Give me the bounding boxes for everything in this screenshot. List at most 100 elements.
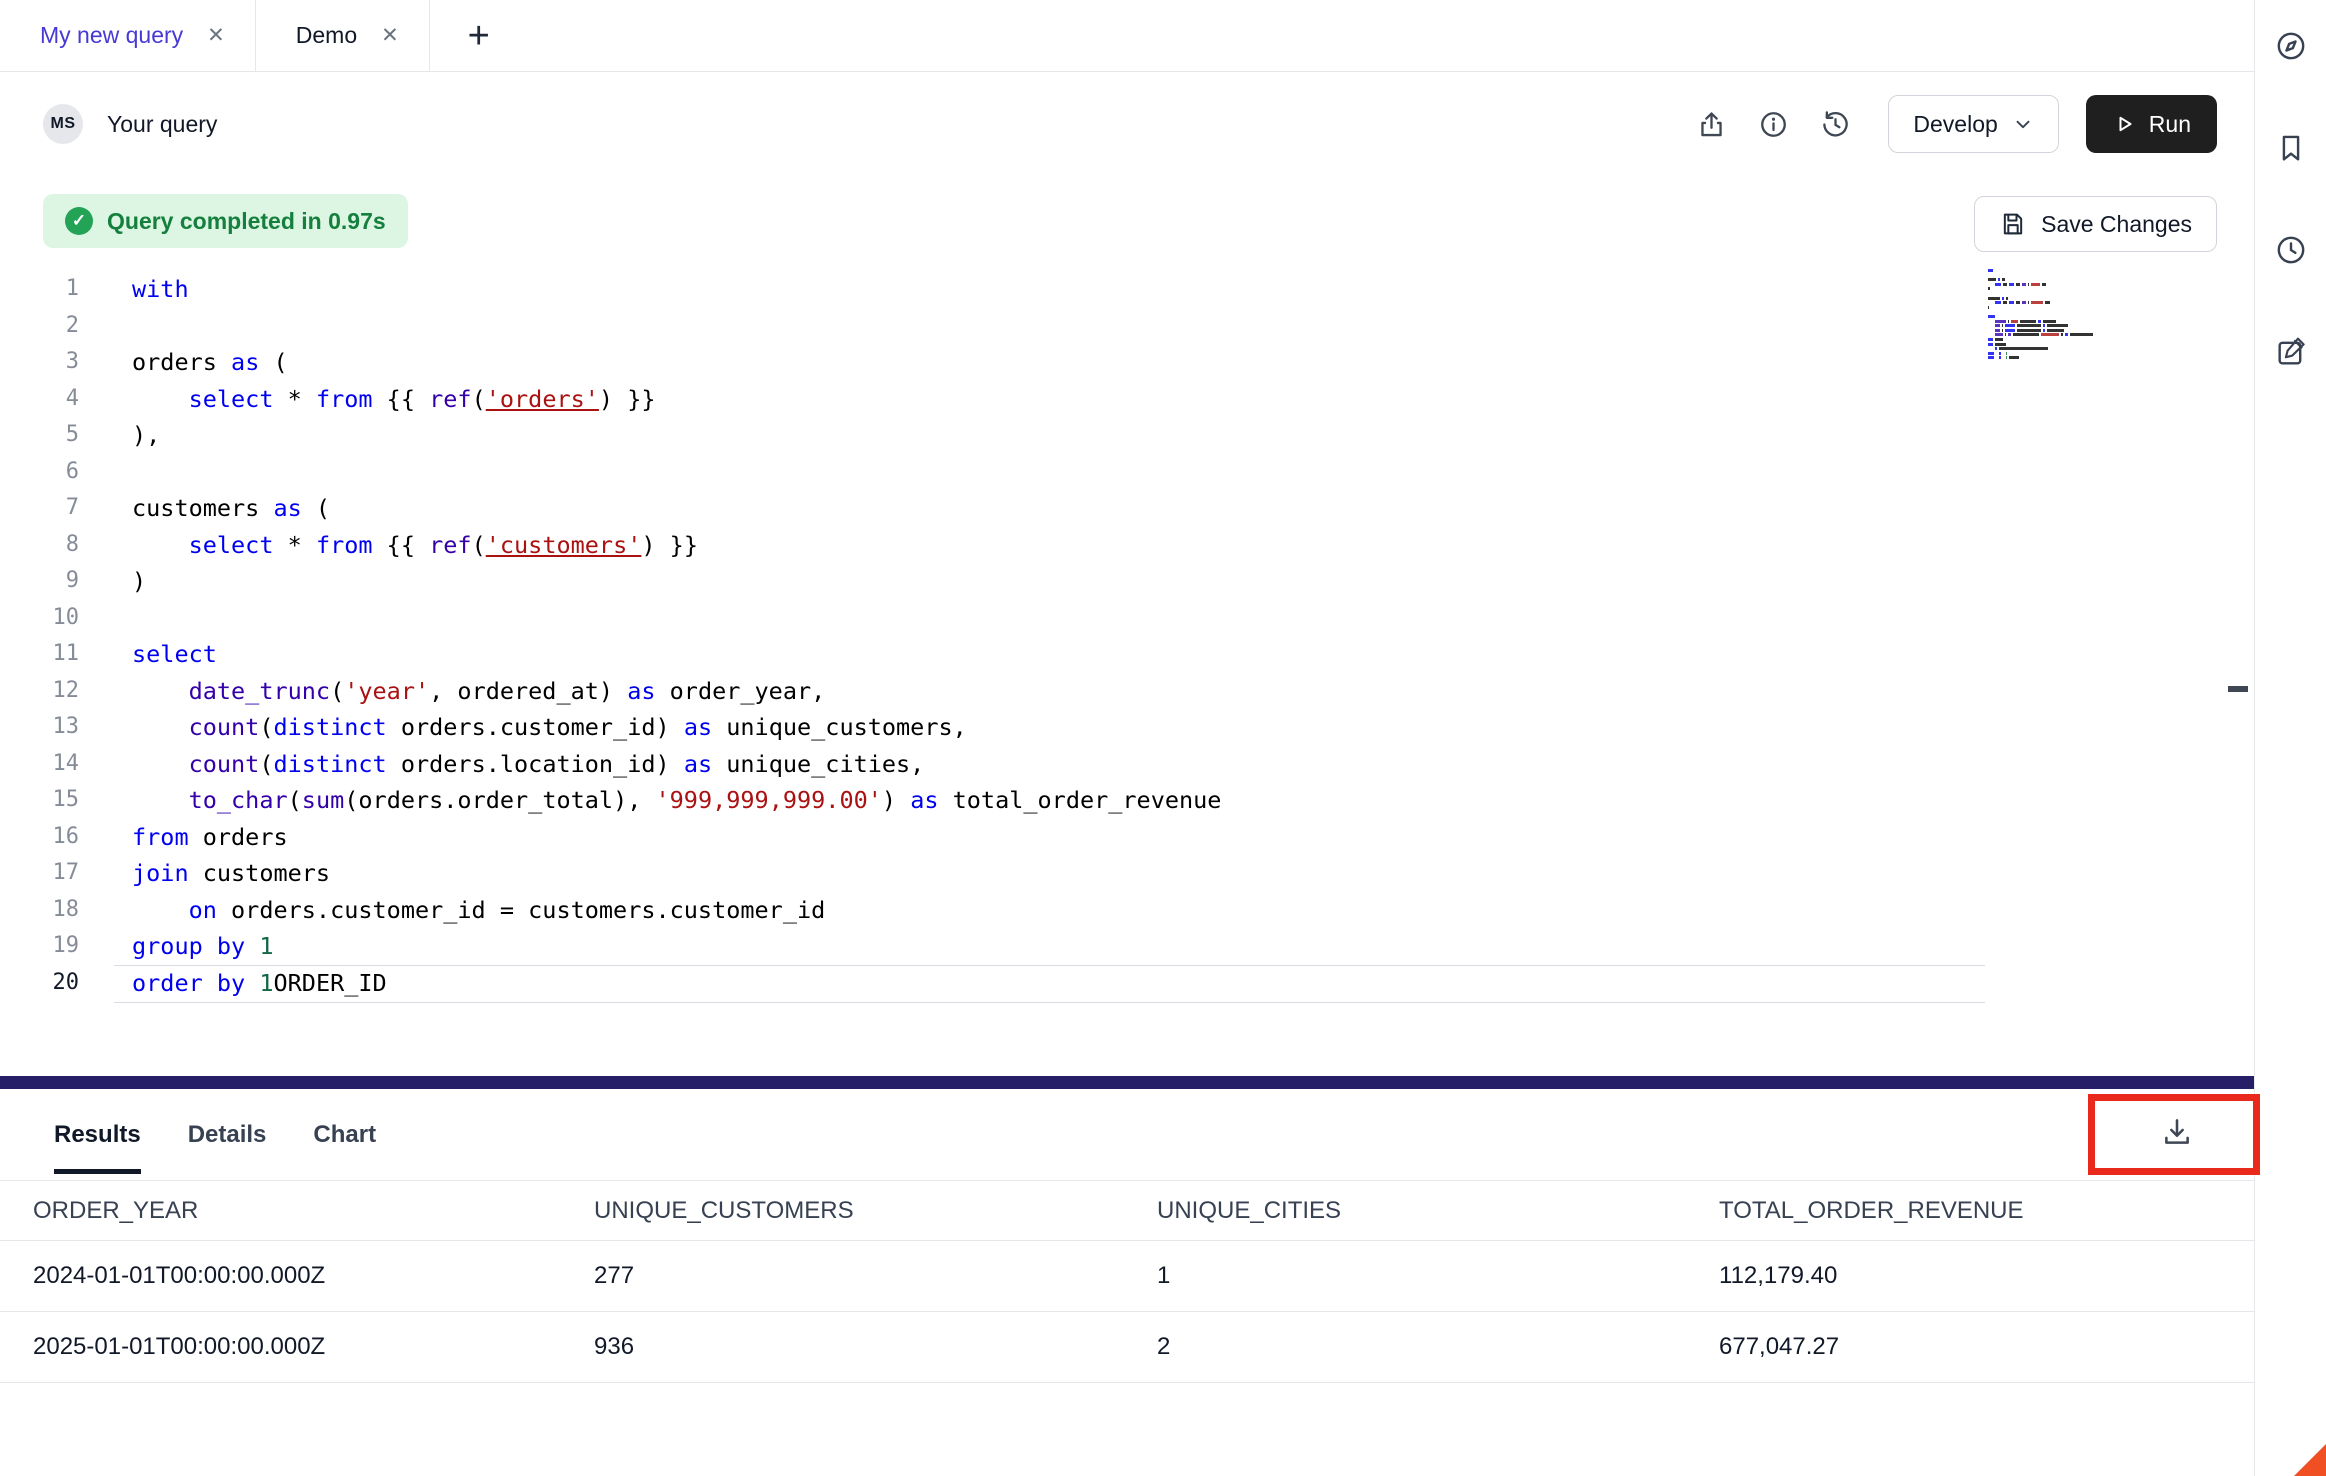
column-header[interactable]: TOTAL_ORDER_REVENUE <box>1719 1197 2254 1225</box>
close-tab-icon[interactable]: ✕ <box>381 25 399 46</box>
table-row[interactable]: 2024-01-01T00:00:00.000Z2771112,179.40 <box>0 1241 2254 1312</box>
results-table: ORDER_YEARUNIQUE_CUSTOMERSUNIQUE_CITIEST… <box>0 1182 2254 1383</box>
line-number: 1 <box>0 271 79 308</box>
code-editor[interactable]: 1with23orders as (4 select * from {{ ref… <box>0 271 2254 1076</box>
line-number: 3 <box>0 344 79 381</box>
table-cell: 277 <box>594 1262 1157 1290</box>
bookmark-icon[interactable] <box>2269 126 2313 170</box>
editor-tab-my-new-query[interactable]: My new query ✕ <box>0 0 256 71</box>
minimap[interactable] <box>1988 269 2098 359</box>
line-number: 14 <box>0 746 79 783</box>
results-body: 2024-01-01T00:00:00.000Z2771112,179.4020… <box>0 1241 2254 1383</box>
code-line[interactable]: 18 on orders.customer_id = customers.cus… <box>0 892 2254 929</box>
right-sidebar <box>2254 0 2326 1476</box>
page-title: Your query <box>107 111 217 138</box>
line-number: 17 <box>0 855 79 892</box>
status-message: Query completed in 0.97s <box>107 208 386 235</box>
line-number: 20 <box>0 965 79 1002</box>
line-number: 10 <box>0 600 79 637</box>
column-header[interactable]: UNIQUE_CUSTOMERS <box>594 1197 1157 1225</box>
run-button[interactable]: Run <box>2086 95 2217 153</box>
tab-bar: My new query ✕ Demo ✕ + <box>0 0 2254 72</box>
line-number: 5 <box>0 417 79 454</box>
table-cell: 2024-01-01T00:00:00.000Z <box>33 1262 594 1290</box>
column-header[interactable]: UNIQUE_CITIES <box>1157 1197 1719 1225</box>
code-line[interactable]: 3orders as ( <box>0 344 2254 381</box>
info-icon[interactable] <box>1750 101 1796 147</box>
line-number: 15 <box>0 782 79 819</box>
code-line[interactable]: 1with <box>0 271 2254 308</box>
line-number: 9 <box>0 563 79 600</box>
table-cell: 936 <box>594 1333 1157 1361</box>
run-button-label: Run <box>2149 111 2191 138</box>
status-badge: ✓ Query completed in 0.97s <box>43 194 408 248</box>
code-line[interactable]: 16from orders <box>0 819 2254 856</box>
new-tab-button[interactable]: + <box>456 13 502 59</box>
develop-button[interactable]: Develop <box>1888 95 2058 153</box>
download-icon <box>2160 1115 2194 1149</box>
code-line[interactable]: 4 select * from {{ ref('orders') }} <box>0 381 2254 418</box>
results-header-row: ORDER_YEARUNIQUE_CUSTOMERSUNIQUE_CITIEST… <box>0 1182 2254 1241</box>
line-number: 12 <box>0 673 79 710</box>
check-icon: ✓ <box>65 207 93 235</box>
code-line[interactable]: 6 <box>0 454 2254 491</box>
history-clock-icon[interactable] <box>2269 228 2313 272</box>
table-cell: 677,047.27 <box>1719 1333 2254 1361</box>
save-changes-label: Save Changes <box>2041 211 2192 238</box>
line-number: 4 <box>0 381 79 418</box>
save-changes-button[interactable]: Save Changes <box>1974 196 2217 252</box>
code-line[interactable]: 5), <box>0 417 2254 454</box>
save-icon <box>1999 210 2027 238</box>
corner-badge <box>2294 1444 2326 1476</box>
code-line[interactable]: 19group by 1 <box>0 928 2254 965</box>
table-cell: 112,179.40 <box>1719 1262 2254 1290</box>
results-tab-bar: Results Details Chart <box>0 1089 2254 1181</box>
code-lines: 1with23orders as (4 select * from {{ ref… <box>0 271 2254 1001</box>
code-line[interactable]: 2 <box>0 308 2254 345</box>
table-row[interactable]: 2025-01-01T00:00:00.000Z9362677,047.27 <box>0 1312 2254 1383</box>
table-cell: 2 <box>1157 1333 1719 1361</box>
main-area: My new query✕Demo✕ + MS Your query <box>0 0 2254 1476</box>
code-line[interactable]: 7customers as ( <box>0 490 2254 527</box>
explore-compass-icon[interactable] <box>2269 24 2313 68</box>
results-tab-chart[interactable]: Chart <box>313 1089 376 1180</box>
column-header[interactable]: ORDER_YEAR <box>33 1197 594 1225</box>
code-line[interactable]: 10 <box>0 600 2254 637</box>
table-cell: 2025-01-01T00:00:00.000Z <box>33 1333 594 1361</box>
tab-list: My new query ✕ Demo ✕ <box>0 0 430 71</box>
tab-label: Demo <box>296 22 357 49</box>
line-number: 18 <box>0 892 79 929</box>
download-results-button[interactable] <box>2146 1103 2208 1161</box>
code-line[interactable]: 14 count(distinct orders.location_id) as… <box>0 746 2254 783</box>
query-header: MS Your query Develop <box>0 72 2254 176</box>
code-line[interactable]: 11select <box>0 636 2254 673</box>
panel-divider[interactable] <box>0 1076 2254 1089</box>
app-window: My new query✕Demo✕ + MS Your query <box>0 0 2326 1476</box>
close-tab-icon[interactable]: ✕ <box>207 25 225 46</box>
history-icon[interactable] <box>1812 101 1858 147</box>
tab-label: My new query <box>40 22 183 49</box>
results-tab-results[interactable]: Results <box>54 1089 141 1180</box>
feedback-compose-icon[interactable] <box>2269 330 2313 374</box>
line-number: 11 <box>0 636 79 673</box>
line-number: 19 <box>0 928 79 965</box>
code-line[interactable]: 9) <box>0 563 2254 600</box>
line-number: 6 <box>0 454 79 491</box>
results-tab-details[interactable]: Details <box>188 1089 267 1180</box>
line-number: 7 <box>0 490 79 527</box>
share-icon[interactable] <box>1688 101 1734 147</box>
code-line[interactable]: 13 count(distinct orders.customer_id) as… <box>0 709 2254 746</box>
develop-button-label: Develop <box>1913 111 1997 138</box>
play-icon <box>2112 112 2136 136</box>
editor-tab-demo[interactable]: Demo ✕ <box>256 0 430 71</box>
code-line[interactable]: 8 select * from {{ ref('customers') }} <box>0 527 2254 564</box>
chevron-down-icon <box>2012 113 2034 135</box>
code-line[interactable]: 17join customers <box>0 855 2254 892</box>
table-cell: 1 <box>1157 1262 1719 1290</box>
line-number: 2 <box>0 308 79 345</box>
code-line[interactable]: 12 date_trunc('year', ordered_at) as ord… <box>0 673 2254 710</box>
code-line[interactable]: 15 to_char(sum(orders.order_total), '999… <box>0 782 2254 819</box>
scrollbar-thumb[interactable] <box>2228 686 2248 692</box>
code-line[interactable]: 20order by 1ORDER_ID <box>0 965 2254 1002</box>
line-number: 8 <box>0 527 79 564</box>
